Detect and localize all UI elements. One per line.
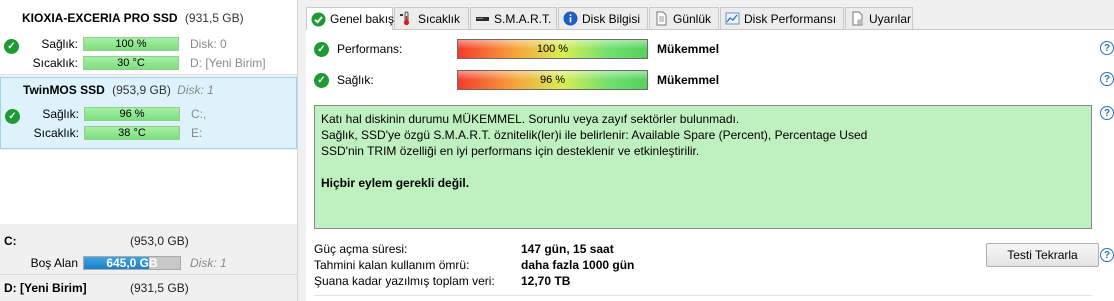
- written-label: Şuana kadar yazılmış toplam veri:: [314, 274, 495, 288]
- disk-name: TwinMOS SSD: [23, 83, 105, 97]
- health-label: Sağlık:: [337, 73, 374, 87]
- retest-button[interactable]: Testi Tekrarla: [986, 243, 1099, 267]
- help-icon[interactable]: ?: [1100, 248, 1114, 262]
- tab-label: Disk Bilgisi: [582, 11, 641, 26]
- drive-icon: [475, 11, 490, 26]
- check-circle-icon: [311, 12, 326, 27]
- tab-label: Genel bakış: [330, 12, 395, 26]
- disk-number: Disk: 1: [177, 83, 214, 97]
- lifetime-value: daha fazla 1000 gün: [521, 258, 635, 272]
- tab-bar: Genel bakış Sıcaklık S.M.A.R.T. Disk Bil…: [306, 7, 1114, 30]
- volume-c[interactable]: C: (953,0 GB) Boş Alan 645,0 GB Disk: 1: [0, 228, 297, 274]
- disk-list-empty-area: [0, 150, 297, 224]
- written-value: 12,70 TB: [521, 274, 571, 288]
- tab-overview[interactable]: Genel bakış: [306, 7, 395, 30]
- temperature-bar: 38 °C: [84, 126, 180, 140]
- overview-panel: ✓ Performans: 100 % Mükemmel ? ✓ Sağlık:…: [306, 29, 1114, 301]
- disk-capacity: (953,9 GB): [112, 83, 171, 97]
- volume-capacity: (953,0 GB): [130, 234, 189, 248]
- free-space-value: 645,0 GB: [106, 256, 158, 270]
- performance-label: Performans:: [337, 42, 403, 56]
- volume-disk-number: Disk: 1: [190, 256, 227, 270]
- temperature-label: Sıcaklık:: [33, 126, 79, 140]
- info-icon: [563, 11, 578, 26]
- disk-number: Disk: 0: [190, 37, 227, 51]
- document-icon: [654, 11, 669, 26]
- power-on-label: Güç açma süresi:: [314, 242, 408, 256]
- disk-card-twinmos[interactable]: TwinMOS SSD (953,9 GB) Disk: 1 ✓ Sağlık:…: [0, 77, 297, 149]
- volume-info: E:: [191, 126, 203, 140]
- tab-alerts[interactable]: Uyarılar: [845, 7, 913, 29]
- status-line: Sağlık, SSD'ye özgü S.M.A.R.T. öznitelik…: [321, 128, 868, 142]
- performance-bar: 100 %: [457, 39, 648, 59]
- disk-card-kioxia[interactable]: KIOXIA-EXCERIA PRO SSD (931,5 GB) ✓ Sağl…: [0, 0, 297, 75]
- disk-capacity: (931,5 GB): [184, 11, 244, 25]
- free-space-bar: 645,0 GB: [83, 256, 181, 270]
- help-icon[interactable]: ?: [1100, 72, 1114, 86]
- power-on-value: 147 gün, 15 saat: [521, 242, 614, 256]
- volume-name: D: [Yeni Birim]: [4, 281, 87, 295]
- health-label: Sağlık:: [41, 37, 78, 51]
- tab-label: Günlük: [673, 11, 712, 26]
- temperature-label: Sıcaklık:: [32, 56, 78, 70]
- health-label: Sağlık:: [42, 107, 79, 121]
- disk-title: KIOXIA-EXCERIA PRO SSD (931,5 GB): [22, 11, 244, 25]
- health-bar: 96 %: [84, 107, 180, 121]
- performance-value: 100 %: [536, 43, 569, 55]
- volume-d[interactable]: D: [Yeni Birim] (931,5 GB): [0, 274, 297, 301]
- tab-smart[interactable]: S.M.A.R.T.: [470, 7, 557, 29]
- status-action: Hiçbir eylem gerekli değil.: [321, 176, 470, 190]
- divider: [314, 295, 1092, 296]
- ok-check-icon: ✓: [314, 73, 329, 88]
- volume-capacity: (931,5 GB): [130, 281, 189, 295]
- free-space-label: Boş Alan: [30, 256, 78, 270]
- health-rating: Mükemmel: [657, 73, 720, 87]
- volume-name: C:: [4, 234, 17, 248]
- health-bar: 100 %: [83, 37, 179, 51]
- lifetime-label: Tahmini kalan kullanım ömrü:: [314, 258, 470, 272]
- status-line: Katı hal diskinin durumu MÜKEMMEL. Sorun…: [321, 112, 740, 126]
- status-line: SSD'nin TRIM özelliği en iyi performans …: [321, 144, 700, 158]
- tab-disk-performance[interactable]: Disk Performansı: [720, 7, 844, 29]
- status-text-box: Katı hal diskinin durumu MÜKEMMEL. Sorun…: [314, 105, 1092, 229]
- chart-icon: [725, 11, 740, 26]
- tab-label: Sıcaklık: [418, 11, 461, 26]
- help-icon[interactable]: ?: [1100, 41, 1114, 55]
- performance-rating: Mükemmel: [657, 42, 720, 56]
- disk-list-panel: KIOXIA-EXCERIA PRO SSD (931,5 GB) ✓ Sağl…: [0, 0, 298, 301]
- tab-label: Disk Performansı: [744, 11, 837, 26]
- tab-label: S.M.A.R.T.: [494, 11, 552, 26]
- thermometer-icon: [399, 11, 414, 26]
- ok-check-icon: ✓: [314, 42, 329, 57]
- disk-name: KIOXIA-EXCERIA PRO SSD: [22, 11, 178, 25]
- temperature-bar: 30 °C: [83, 56, 179, 70]
- volume-info: C:,: [191, 107, 207, 121]
- volume-info: D: [Yeni Birim]: [190, 56, 266, 70]
- tab-label: Uyarılar: [869, 11, 912, 26]
- alert-page-icon: [850, 11, 865, 26]
- tab-disk-info[interactable]: Disk Bilgisi: [558, 7, 648, 29]
- disk-title: TwinMOS SSD (953,9 GB) Disk: 1: [23, 83, 214, 97]
- tab-log[interactable]: Günlük: [649, 7, 719, 29]
- health-value: 96 %: [539, 74, 566, 86]
- tab-temperature[interactable]: Sıcaklık: [394, 7, 469, 29]
- help-icon[interactable]: ?: [1100, 106, 1114, 120]
- health-bar: 96 %: [457, 70, 648, 90]
